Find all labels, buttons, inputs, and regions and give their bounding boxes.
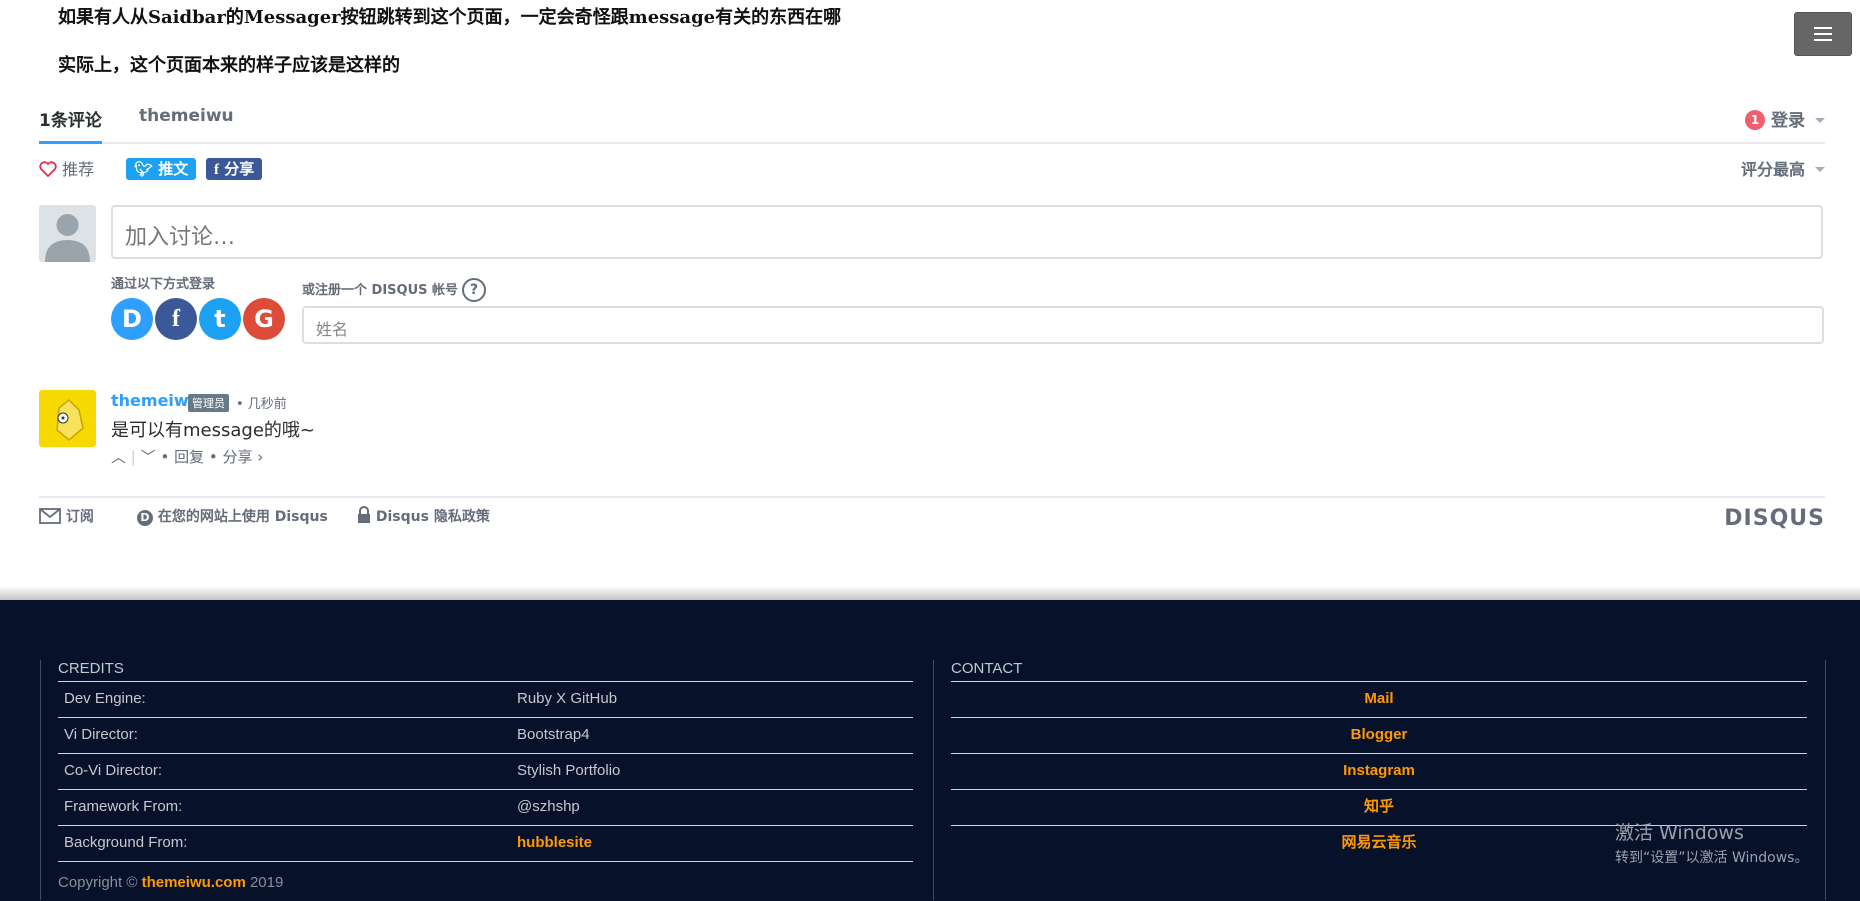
person-icon [45, 214, 90, 262]
copyright-link[interactable]: themeiwu.com [142, 874, 246, 891]
credit-link-hubblesite[interactable]: hubblesite [517, 826, 592, 860]
copyright-year: 2019 [249, 874, 284, 891]
separator-dot-icon: • [160, 448, 175, 466]
chevron-down-icon [1815, 118, 1825, 123]
recommend-label: 推荐 [62, 160, 95, 179]
watermark-subtitle: 转到“设置”以激活 Windows。 [1615, 850, 1809, 866]
site-footer: CREDITS Dev Engine: Ruby X GitHub Vi Dire… [0, 600, 1860, 901]
downvote-icon[interactable]: ﹀ [141, 448, 156, 466]
comment-share-button[interactable]: 分享 › [222, 448, 263, 466]
watermark-title: 激活 Windows [1615, 822, 1744, 844]
sort-label: 评分最高 [1740, 160, 1805, 179]
disqus-footer: 订阅 D 在您的网站上使用 Disqus Disqus 隐私政策 DISQUS [39, 496, 1825, 538]
credits-row: Dev Engine: Ruby X GitHub [58, 682, 913, 718]
credit-value: Bootstrap4 [517, 726, 590, 743]
footer-divider [933, 660, 934, 900]
login-label: 登录 [1771, 111, 1805, 131]
privacy-link[interactable]: Disqus 隐私政策 [357, 506, 490, 526]
tweet-button[interactable]: 🐦︎ 推文 [126, 158, 197, 180]
comment-actions: ︿ | ﹀ • 回复 • 分享 › [111, 446, 263, 467]
contact-link-blogger[interactable]: Blogger [951, 718, 1807, 754]
signup-label[interactable]: 或注册一个 DISQUS 帐号 [302, 283, 458, 298]
privacy-label: Disqus 隐私政策 [375, 509, 490, 525]
facebook-share-button[interactable]: f 分享 [206, 158, 263, 180]
user-avatar-placeholder [39, 205, 96, 262]
notification-badge[interactable]: 1 [1745, 110, 1765, 130]
credits-section: CREDITS Dev Engine: Ruby X GitHub Vi Dire… [58, 660, 913, 891]
google-login-icon[interactable]: G [243, 298, 285, 340]
upvote-icon[interactable]: ︿ [111, 448, 126, 466]
footer-divider [40, 660, 41, 900]
tab-site[interactable]: themeiwu [139, 106, 234, 126]
credit-value: Stylish Portfolio [517, 762, 621, 779]
recommend-button[interactable]: 推荐 [39, 156, 94, 180]
credits-title: CREDITS [58, 660, 913, 682]
moderator-badge: 管理员 [188, 394, 229, 412]
comment-timestamp[interactable]: • 几秒前 [236, 393, 287, 412]
copyright: Copyright © themeiwu.com 2019 [58, 874, 913, 891]
credit-value: Ruby X GitHub [517, 690, 618, 707]
login-menu[interactable]: 1 登录 [1745, 106, 1825, 131]
post-text-line-2: 实际上，这个页面本来的样子应该是这样的 [58, 55, 400, 76]
facebook-f-icon: f [214, 162, 219, 178]
credit-key: Background From: [64, 834, 188, 851]
twitter-login-icon[interactable]: t [199, 298, 241, 340]
credits-row: Background From: hubblesite [58, 826, 913, 862]
contact-title: CONTACT [951, 660, 1807, 682]
credit-key: Vi Director: [64, 726, 138, 743]
signup-row: 或注册一个 DISQUS 帐号? [302, 278, 487, 302]
thread-actions: 推荐 🐦︎ 推文 f 分享 评分最高 [39, 156, 1825, 184]
disqus-logo[interactable]: DISQUS [1724, 506, 1825, 531]
contact-link-mail[interactable]: Mail [951, 682, 1807, 718]
comment-author-name[interactable]: themeiwu [111, 391, 200, 410]
copyright-prefix: Copyright © [58, 874, 138, 891]
post-text-line-1: 如果有人从Saidbar的Messager按钮跳转到这个页面，一定会奇怪跟mes… [58, 7, 842, 28]
cartoon-avatar-icon [56, 398, 84, 441]
sort-dropdown[interactable]: 评分最高 [1741, 156, 1825, 180]
reply-button[interactable]: 回复 [174, 448, 204, 466]
envelope-icon [39, 508, 61, 524]
separator-dot-icon: • [208, 448, 223, 466]
use-disqus-label: 在您的网站上使用 Disqus [157, 509, 328, 525]
tab-comments[interactable]: 1条评论 [39, 106, 102, 144]
disqus-d-icon: D [137, 510, 153, 526]
windows-activation-watermark: 激活 Windows 转到“设置”以激活 Windows。 [1615, 818, 1808, 867]
credit-value: @szhshp [517, 798, 580, 815]
twitter-bird-icon: 🐦︎ [134, 160, 154, 178]
vote-divider: | [130, 448, 136, 466]
compose-textarea[interactable]: 加入讨论… [111, 205, 1823, 259]
comment-author-avatar[interactable] [39, 390, 96, 447]
tweet-label: 推文 [158, 160, 189, 178]
facebook-login-icon[interactable]: f [155, 298, 197, 340]
credit-key: Framework From: [64, 798, 183, 815]
credit-key: Co-Vi Director: [64, 762, 163, 779]
login-with-label: 通过以下方式登录 [111, 277, 216, 292]
heart-icon [39, 161, 57, 178]
subscribe-label: 订阅 [65, 509, 94, 525]
footer-divider [1825, 660, 1826, 900]
subscribe-link[interactable]: 订阅 [39, 506, 94, 526]
comment-body: 是可以有message的哦~ [111, 420, 315, 441]
use-disqus-link[interactable]: D 在您的网站上使用 Disqus [137, 506, 328, 526]
credits-row: Co-Vi Director: Stylish Portfolio [58, 754, 913, 790]
credit-key: Dev Engine: [64, 690, 146, 707]
name-field[interactable]: 姓名 [302, 306, 1824, 344]
disqus-login-icon[interactable]: D [111, 298, 153, 340]
menu-button[interactable] [1794, 12, 1852, 56]
contact-link-instagram[interactable]: Instagram [951, 754, 1807, 790]
disqus-tabs: 1条评论 themeiwu 1 登录 [39, 102, 1825, 144]
help-icon[interactable]: ? [462, 278, 487, 302]
facebook-share-label: 分享 [224, 160, 255, 178]
lock-icon [358, 506, 370, 523]
credits-row: Framework From: @szhshp [58, 790, 913, 826]
credits-row: Vi Director: Bootstrap4 [58, 718, 913, 754]
chevron-down-icon [1815, 167, 1825, 172]
